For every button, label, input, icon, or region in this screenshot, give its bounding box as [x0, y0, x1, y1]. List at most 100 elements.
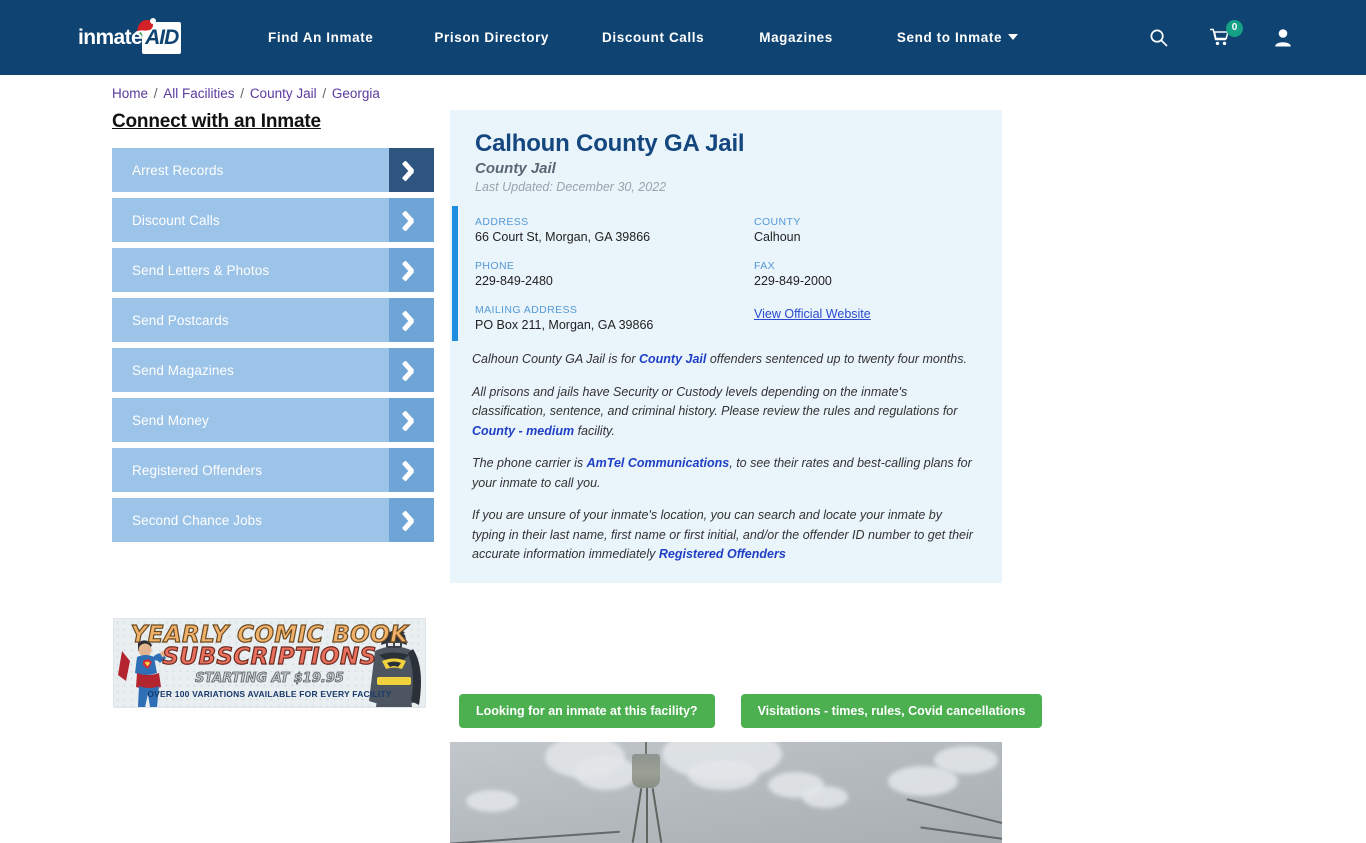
top-navigation-bar: inmate AID Find An Inmate Prison Director… — [0, 0, 1366, 75]
breadcrumb-item-home[interactable]: Home — [112, 86, 148, 101]
user-account-icon[interactable] — [1266, 21, 1300, 55]
sidebar-item-label: Registered Offenders — [112, 448, 389, 492]
ad-subtitle: STARTING AT $19.95 — [195, 671, 345, 687]
mailing-address-label: MAILING ADDRESS — [475, 304, 578, 316]
cloud-shape — [688, 760, 758, 790]
mailing-address-value: PO Box 211, Morgan, GA 39866 — [475, 318, 654, 332]
county-label: COUNTY — [754, 216, 801, 228]
chevron-right-icon — [389, 248, 434, 292]
sidebar-item-label: Discount Calls — [112, 198, 389, 242]
address-value: 66 Court St, Morgan, GA 39866 — [475, 230, 651, 244]
ad-footnote: OVER 100 VARIATIONS AVAILABLE FOR EVERY … — [147, 689, 392, 699]
breadcrumb: Home / All Facilities / County Jail / Ge… — [112, 86, 380, 101]
ad-title-line2: SUBSCRIPTIONS — [162, 644, 377, 670]
sidebar-item-arrest-records[interactable]: Arrest Records — [112, 148, 434, 192]
facility-type-label: County Jail — [475, 160, 556, 177]
sidebar-item-label: Send Postcards — [112, 298, 389, 342]
chevron-right-icon — [389, 448, 434, 492]
main-nav-links: Find An Inmate Prison Directory Discount… — [268, 0, 1019, 75]
chevron-right-icon — [389, 198, 434, 242]
facility-description: Calhoun County GA Jail is for County Jai… — [450, 350, 1002, 583]
sidebar-item-label: Send Money — [112, 398, 389, 442]
p3-text-a: The phone carrier is — [472, 456, 587, 470]
visitations-button[interactable]: Visitations - times, rules, Covid cancel… — [740, 694, 1043, 728]
sidebar-item-label: Arrest Records — [112, 148, 389, 192]
nav-link-magazines[interactable]: Magazines — [759, 30, 833, 45]
sidebar-item-send-letters-photos[interactable]: Send Letters & Photos — [112, 248, 434, 292]
nav-link-prison-directory[interactable]: Prison Directory — [434, 30, 549, 45]
contact-column-right: COUNTY Calhoun FAX 229-849-2000 View Off… — [726, 216, 977, 332]
sidebar-item-second-chance-jobs[interactable]: Second Chance Jobs — [112, 498, 434, 542]
sidebar-item-label: Send Magazines — [112, 348, 389, 392]
county-value: Calhoun — [754, 230, 801, 244]
sidebar-item-registered-offenders[interactable]: Registered Offenders — [112, 448, 434, 492]
logo-text-primary: inmate — [78, 26, 143, 49]
nav-link-discount-calls[interactable]: Discount Calls — [602, 30, 704, 45]
p2-text-b: facility. — [574, 423, 615, 438]
sidebar-item-send-magazines[interactable]: Send Magazines — [112, 348, 434, 392]
find-inmate-button[interactable]: Looking for an inmate at this facility? — [459, 694, 715, 728]
facility-contact-block: ADDRESS 66 Court St, Morgan, GA 39866 PH… — [450, 206, 1002, 350]
water-tower-tank — [632, 754, 660, 788]
address-label: ADDRESS — [475, 216, 529, 228]
p1-text-a: Calhoun County GA Jail is for — [472, 352, 639, 366]
nav-link-send-to-inmate-label: Send to Inmate — [896, 30, 1003, 45]
breadcrumb-item-county-jail[interactable]: County Jail — [250, 86, 317, 101]
breadcrumb-separator: / — [318, 86, 330, 101]
link-county-medium[interactable]: County - medium — [472, 424, 574, 438]
accent-bar — [452, 206, 458, 341]
phone-value: 229-849-2480 — [475, 274, 553, 288]
sidebar-item-send-money[interactable]: Send Money — [112, 398, 434, 442]
contact-column-left: ADDRESS 66 Court St, Morgan, GA 39866 PH… — [475, 216, 726, 332]
santa-hat-icon — [135, 18, 156, 37]
cart-icon[interactable]: 0 — [1203, 19, 1243, 55]
nav-link-send-to-inmate[interactable]: Send to Inmate — [896, 30, 1019, 45]
chevron-right-icon — [389, 148, 434, 192]
description-paragraph-1: Calhoun County GA Jail is for County Jai… — [472, 350, 977, 370]
description-paragraph-2: All prisons and jails have Security or C… — [472, 383, 977, 442]
nav-link-find-an-inmate[interactable]: Find An Inmate — [268, 30, 373, 45]
link-county-jail[interactable]: County Jail — [639, 352, 706, 366]
breadcrumb-item-georgia[interactable]: Georgia — [332, 86, 380, 101]
phone-label: PHONE — [475, 260, 515, 272]
page-title: Calhoun County GA Jail — [475, 130, 745, 157]
last-updated-text: Last Updated: December 30, 2022 — [475, 180, 667, 194]
breadcrumb-separator: / — [150, 86, 162, 101]
description-paragraph-4: If you are unsure of your inmate's locat… — [472, 506, 977, 565]
p1-text-b: offenders sentenced up to twenty four mo… — [706, 352, 967, 366]
chevron-right-icon — [389, 348, 434, 392]
cloud-shape — [466, 790, 518, 812]
facility-info-panel: Calhoun County GA Jail County Jail Last … — [450, 110, 1002, 583]
breadcrumb-item-all-facilities[interactable]: All Facilities — [163, 86, 234, 101]
action-button-row: Looking for an inmate at this facility? … — [459, 694, 1043, 728]
link-registered-offenders[interactable]: Registered Offenders — [659, 547, 786, 561]
sidebar-title: Connect with an Inmate — [112, 111, 321, 132]
fax-value: 229-849-2000 — [754, 274, 832, 288]
link-amtel-communications[interactable]: AmTel Communications — [587, 456, 730, 470]
water-tower-leg — [646, 788, 648, 843]
sidebar: Connect with an Inmate Arrest Records Di… — [112, 111, 434, 548]
facility-photo — [450, 742, 1002, 843]
fax-label: FAX — [754, 260, 776, 272]
nav-icon-group: 0 — [1141, 0, 1366, 75]
cloud-shape — [575, 756, 637, 790]
sidebar-item-discount-calls[interactable]: Discount Calls — [112, 198, 434, 242]
comic-book-subscription-ad[interactable]: YEARLY COMIC BOOK SUBSCRIPTIONS STARTING… — [113, 618, 426, 708]
chevron-right-icon — [389, 398, 434, 442]
p2-text-a: All prisons and jails have Security or C… — [472, 384, 958, 419]
sidebar-item-label: Send Letters & Photos — [112, 248, 389, 292]
description-paragraph-3: The phone carrier is AmTel Communication… — [472, 454, 977, 493]
facility-header: Calhoun County GA Jail County Jail Last … — [450, 110, 1002, 206]
chevron-down-icon — [1008, 34, 1019, 40]
chevron-right-icon — [389, 498, 434, 542]
chevron-right-icon — [389, 298, 434, 342]
site-logo[interactable]: inmate AID — [78, 18, 193, 54]
cart-count-badge: 0 — [1226, 19, 1243, 37]
cloud-shape — [802, 786, 848, 808]
search-icon[interactable] — [1141, 21, 1175, 55]
cloud-shape — [934, 746, 998, 774]
view-official-website-link[interactable]: View Official Website — [754, 307, 871, 321]
sidebar-item-send-postcards[interactable]: Send Postcards — [112, 298, 434, 342]
sidebar-item-label: Second Chance Jobs — [112, 498, 389, 542]
breadcrumb-separator: / — [236, 86, 248, 101]
